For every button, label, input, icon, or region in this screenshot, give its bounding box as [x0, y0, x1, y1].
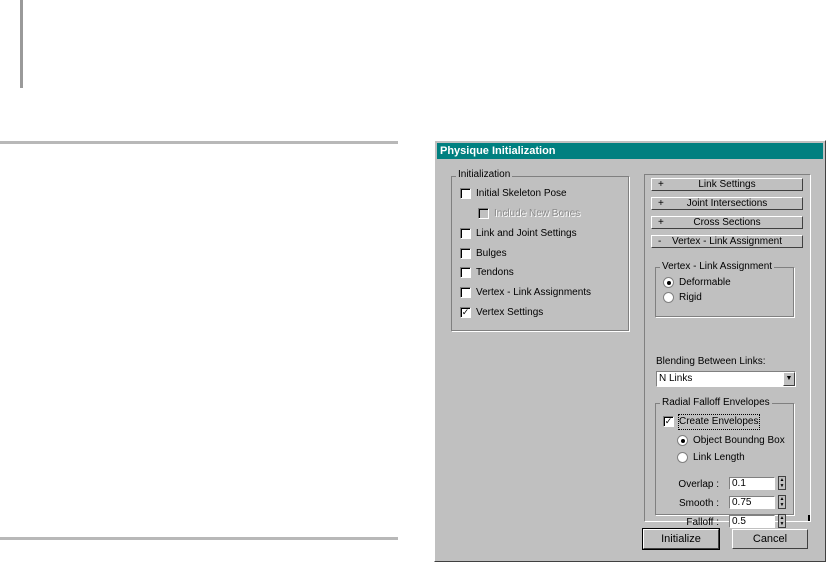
falloff-spinner-icon[interactable]: ▲ ▼ — [778, 514, 786, 528]
smooth-label: Smooth : — [678, 498, 719, 509]
vertex-link-assignment-group — [655, 267, 794, 317]
checkbox-box — [478, 208, 489, 219]
checkbox-checked[interactable]: ✓ — [663, 416, 674, 427]
checkbox-box[interactable] — [460, 267, 471, 278]
dropdown-arrow-icon[interactable]: ▼ — [783, 372, 795, 386]
scrollbar-indicator[interactable] — [808, 515, 810, 521]
rollout-link-settings[interactable]: Link Settings + — [651, 178, 803, 191]
falloff-field[interactable]: 0.5 — [729, 515, 775, 528]
radial-falloff-group-label: Radial Falloff Envelopes — [660, 397, 772, 409]
radio-unselected[interactable] — [677, 452, 688, 463]
overlap-field[interactable]: 0.1 — [729, 477, 775, 490]
page-rule-bottom — [0, 537, 398, 540]
rollout-vertex-link-assignment[interactable]: Vertex - Link Assignment - — [651, 235, 803, 248]
checkbox-box[interactable] — [460, 188, 471, 199]
checkbox-box[interactable] — [460, 287, 471, 298]
overlap-spinner-icon[interactable]: ▲ ▼ — [778, 476, 786, 490]
cancel-button[interactable]: Cancel — [732, 529, 808, 549]
expand-icon: + — [658, 179, 664, 190]
falloff-label: Falloff : — [686, 517, 719, 528]
rollout-cross-sections[interactable]: Cross Sections + — [651, 216, 803, 229]
initialize-button[interactable]: Initialize — [642, 528, 720, 550]
expand-icon: + — [658, 198, 664, 209]
smooth-field[interactable]: 0.75 — [729, 496, 775, 509]
rollout-joint-intersections[interactable]: Joint Intersections + — [651, 197, 803, 210]
overlap-label: Overlap : — [678, 479, 719, 490]
page-rule-vertical — [20, 0, 23, 88]
page-rule-top — [0, 141, 398, 144]
physique-initialization-dialog: Physique Initialization Initialization I… — [434, 140, 826, 562]
vertex-link-assignment-group-label: Vertex - Link Assignment — [660, 261, 775, 273]
initialization-group-label: Initialization — [456, 169, 513, 181]
checkbox-box[interactable] — [460, 228, 471, 239]
radio-selected[interactable] — [677, 435, 688, 446]
rollout-panel: Link Settings + Joint Intersections + Cr… — [644, 174, 811, 528]
blending-select[interactable]: N Links ▼ — [656, 371, 796, 387]
checkbox-box[interactable] — [460, 248, 471, 259]
radio-selected[interactable] — [663, 277, 674, 288]
dialog-title: Physique Initialization — [437, 143, 823, 159]
collapse-icon: - — [658, 236, 662, 247]
smooth-spinner-icon[interactable]: ▲ ▼ — [778, 495, 786, 509]
radio-unselected[interactable] — [663, 292, 674, 303]
blending-label: Blending Between Links: — [656, 356, 766, 367]
checkbox-checked[interactable]: ✓ — [460, 307, 471, 318]
expand-icon: + — [658, 217, 664, 228]
